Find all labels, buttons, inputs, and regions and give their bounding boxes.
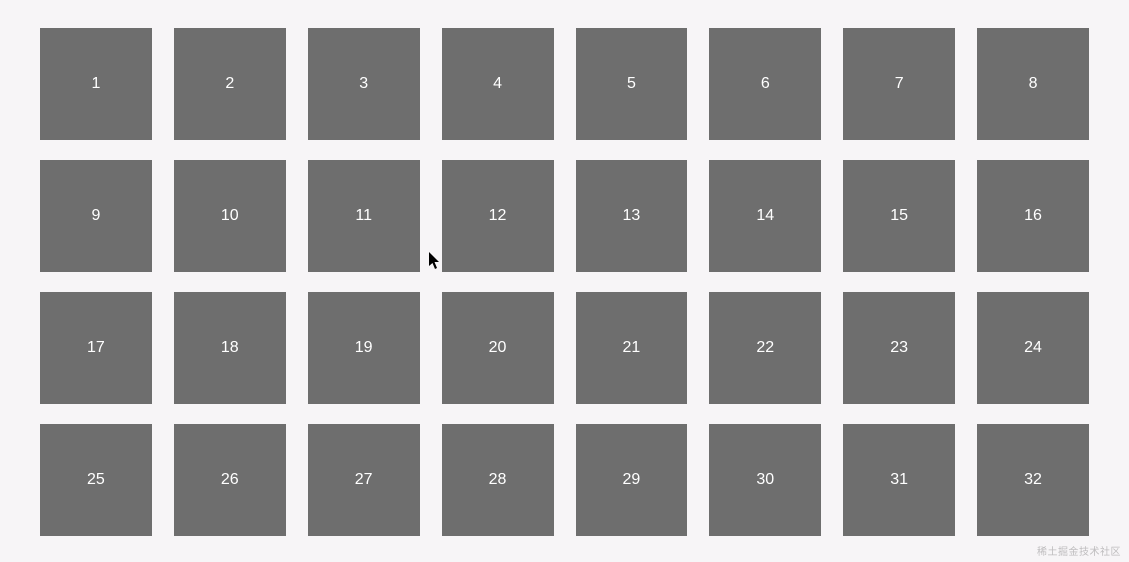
grid-item[interactable]: 16	[977, 160, 1089, 272]
grid-item-label: 5	[627, 75, 636, 93]
grid-item-label: 18	[221, 339, 239, 357]
grid-item[interactable]: 12	[442, 160, 554, 272]
grid-item[interactable]: 26	[174, 424, 286, 536]
grid-item-label: 19	[355, 339, 373, 357]
grid-item-label: 24	[1024, 339, 1042, 357]
grid-item-label: 23	[890, 339, 908, 357]
grid-item-label: 28	[489, 471, 507, 489]
grid-item[interactable]: 27	[308, 424, 420, 536]
grid-item-label: 9	[91, 207, 100, 225]
grid-item[interactable]: 17	[40, 292, 152, 404]
grid-item[interactable]: 20	[442, 292, 554, 404]
grid-item[interactable]: 13	[576, 160, 688, 272]
grid-item-label: 6	[761, 75, 770, 93]
grid-item[interactable]: 5	[576, 28, 688, 140]
grid-item-label: 2	[225, 75, 234, 93]
grid-item-label: 21	[623, 339, 641, 357]
grid-item-label: 15	[890, 207, 908, 225]
grid-item-label: 17	[87, 339, 105, 357]
grid-container: 1 2 3 4 5 6 7 8 9 10 11 12 13 14 15 16 1…	[0, 0, 1129, 536]
grid-item[interactable]: 3	[308, 28, 420, 140]
grid-item-label: 4	[493, 75, 502, 93]
grid-item-label: 12	[489, 207, 507, 225]
grid-item-label: 26	[221, 471, 239, 489]
grid-item[interactable]: 19	[308, 292, 420, 404]
grid-item[interactable]: 28	[442, 424, 554, 536]
grid-item-label: 25	[87, 471, 105, 489]
grid-item-label: 30	[756, 471, 774, 489]
grid-item-label: 3	[359, 75, 368, 93]
grid-item[interactable]: 2	[174, 28, 286, 140]
grid-item[interactable]: 6	[709, 28, 821, 140]
grid-item[interactable]: 25	[40, 424, 152, 536]
grid-item-label: 7	[895, 75, 904, 93]
grid-item[interactable]: 21	[576, 292, 688, 404]
grid-item[interactable]: 15	[843, 160, 955, 272]
grid-item[interactable]: 1	[40, 28, 152, 140]
grid-item[interactable]: 14	[709, 160, 821, 272]
grid-item-label: 14	[756, 207, 774, 225]
grid-item-label: 16	[1024, 207, 1042, 225]
grid-item[interactable]: 31	[843, 424, 955, 536]
grid-item-label: 27	[355, 471, 373, 489]
grid-item-label: 29	[623, 471, 641, 489]
grid-item-label: 11	[355, 207, 372, 225]
grid-item[interactable]: 11	[308, 160, 420, 272]
grid-item[interactable]: 30	[709, 424, 821, 536]
grid-item-label: 13	[623, 207, 641, 225]
grid-item[interactable]: 8	[977, 28, 1089, 140]
grid-item[interactable]: 10	[174, 160, 286, 272]
grid-item[interactable]: 24	[977, 292, 1089, 404]
grid-item-label: 31	[890, 471, 908, 489]
grid-item[interactable]: 9	[40, 160, 152, 272]
grid-item[interactable]: 7	[843, 28, 955, 140]
grid-item[interactable]: 32	[977, 424, 1089, 536]
grid-item-label: 20	[489, 339, 507, 357]
grid-item-label: 1	[91, 75, 100, 93]
grid-item-label: 8	[1029, 75, 1038, 93]
grid-item-label: 32	[1024, 471, 1042, 489]
grid-item[interactable]: 22	[709, 292, 821, 404]
grid-item[interactable]: 23	[843, 292, 955, 404]
grid-item-label: 22	[756, 339, 774, 357]
grid-item[interactable]: 18	[174, 292, 286, 404]
watermark: 稀土掘金技术社区	[1037, 543, 1121, 558]
grid-item[interactable]: 4	[442, 28, 554, 140]
grid-item[interactable]: 29	[576, 424, 688, 536]
grid-item-label: 10	[221, 207, 239, 225]
